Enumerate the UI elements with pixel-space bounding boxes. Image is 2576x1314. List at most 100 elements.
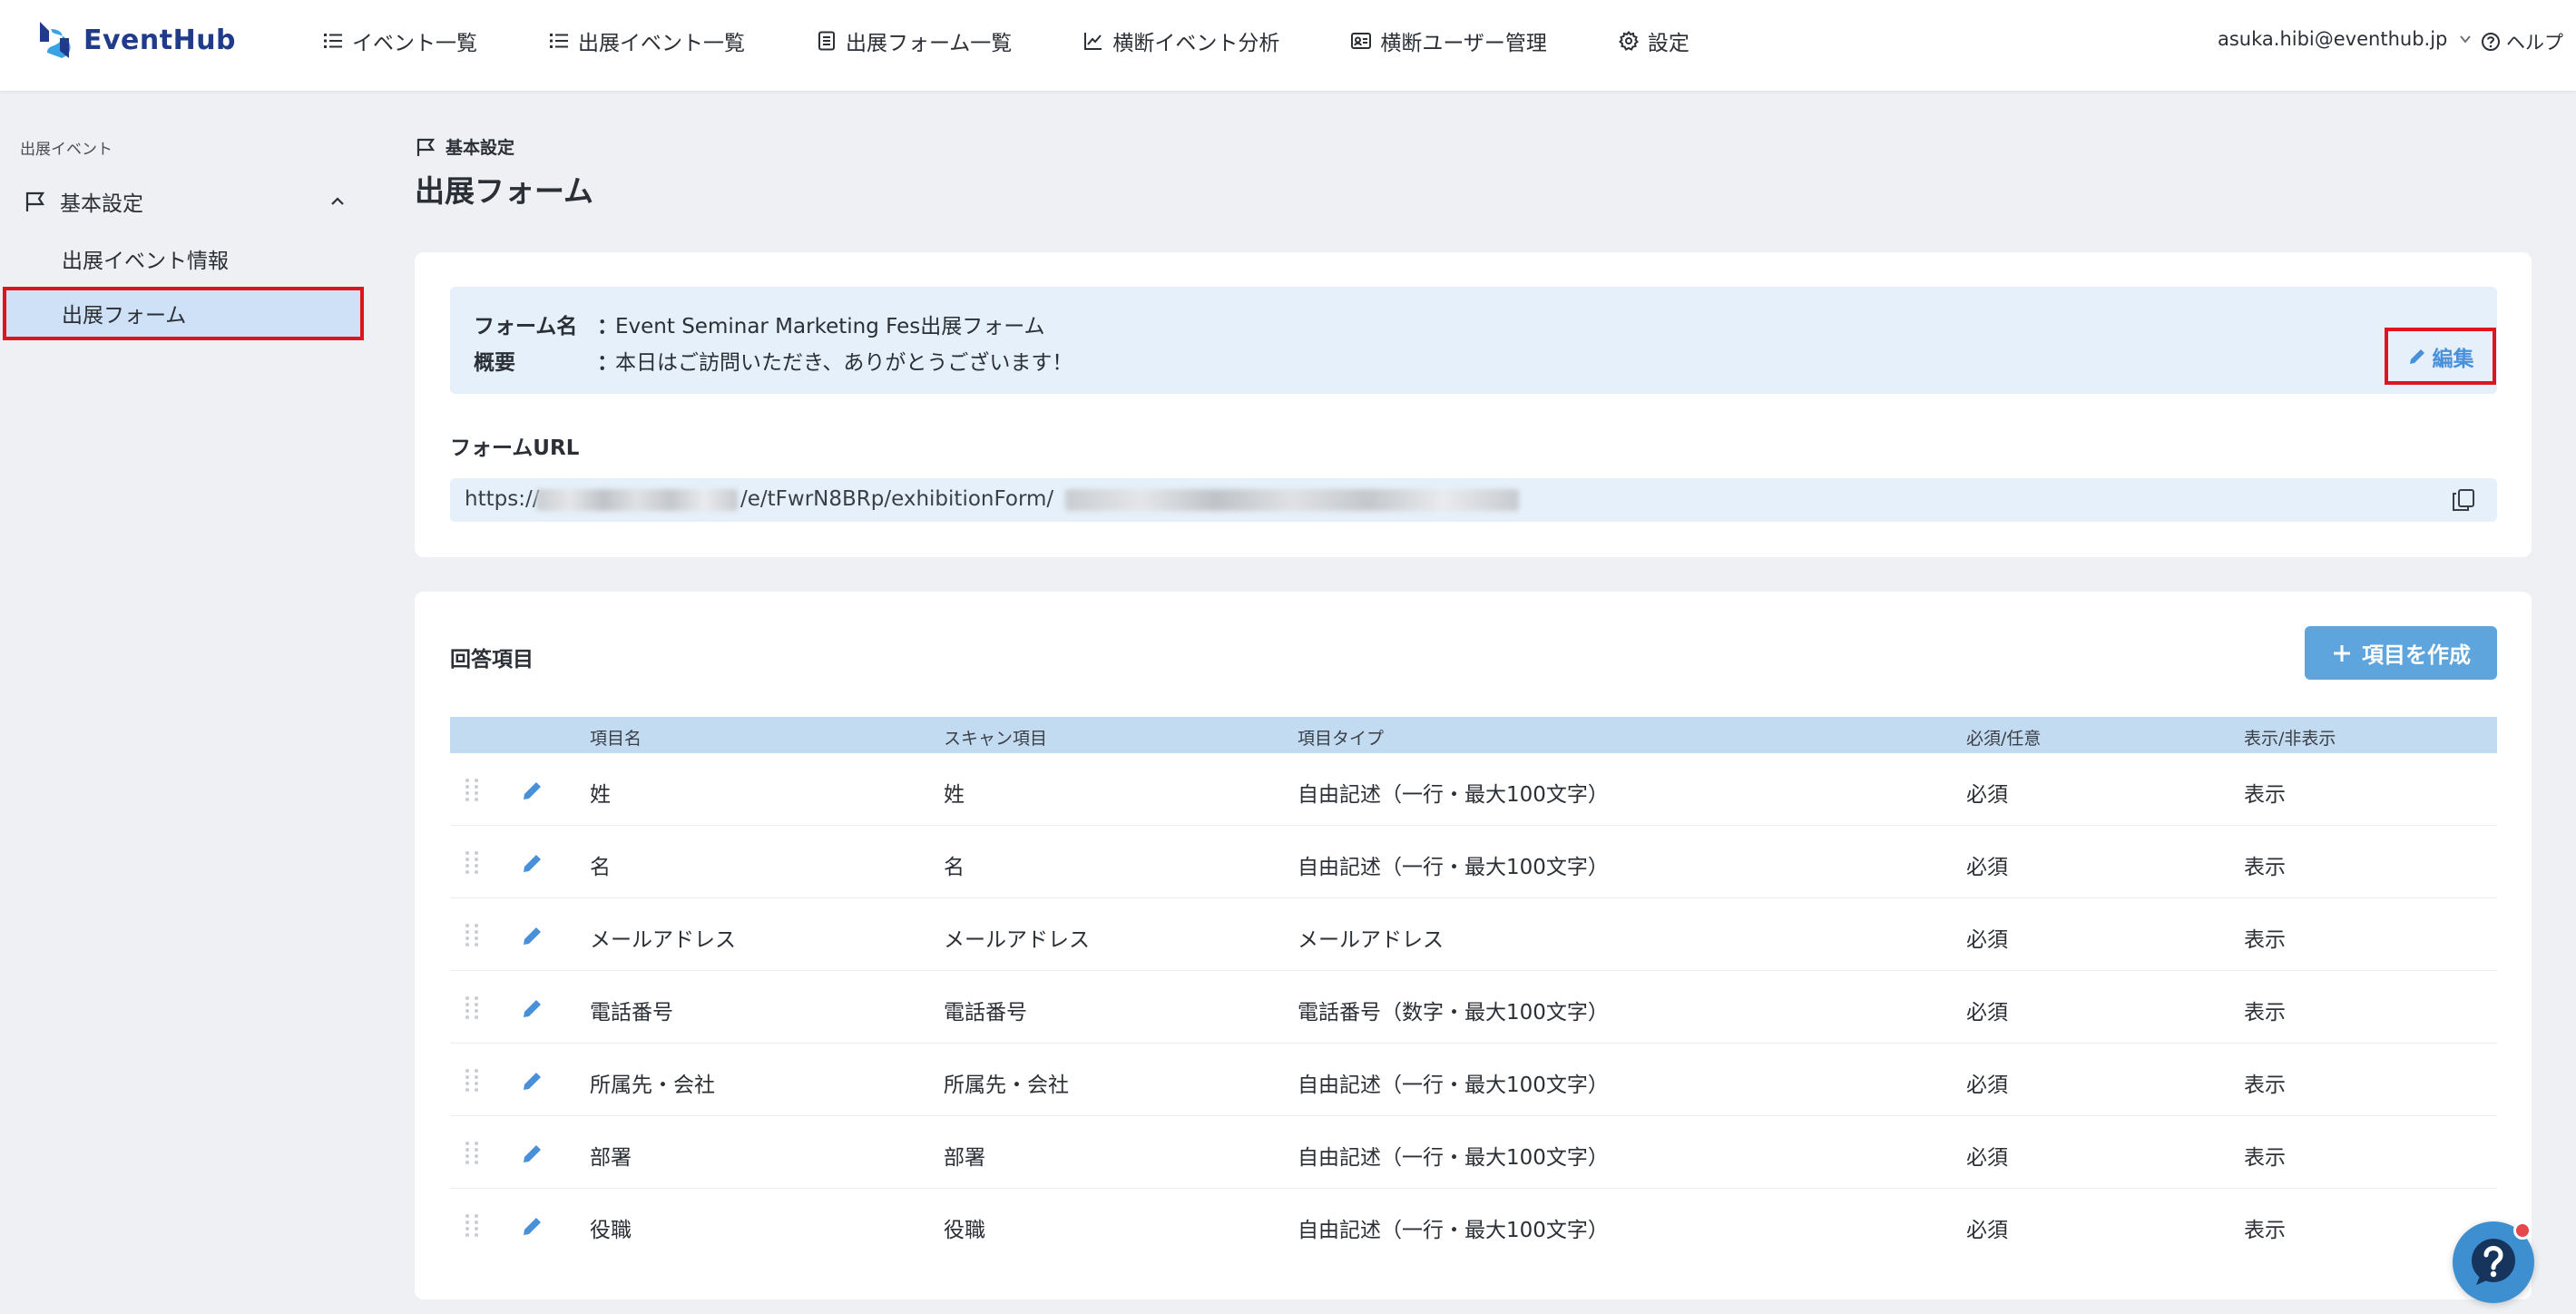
- edit-row-pencil-icon[interactable]: [521, 779, 544, 802]
- drag-handle-icon[interactable]: [463, 849, 481, 877]
- table-row: 役職 役職 自由記述（一行・最大100文字） 必須 表示: [450, 1189, 2497, 1261]
- sidebar-caption: 出展イベント: [20, 141, 113, 159]
- edit-row-pencil-icon[interactable]: [521, 1214, 544, 1238]
- table-row: メールアドレス メールアドレス メールアドレス 必須 表示: [450, 898, 2497, 971]
- cell-required: 必須: [1966, 1219, 2008, 1242]
- create-item-label: 項目を作成: [2362, 643, 2471, 668]
- cell-visibility: 表示: [2244, 1219, 2286, 1242]
- breadcrumb-label: 基本設定: [446, 138, 515, 158]
- user-menu[interactable]: asuka.hibi@eventhub.jp: [2218, 28, 2473, 50]
- table-row: 部署 部署 自由記述（一行・最大100文字） 必須 表示: [450, 1116, 2497, 1189]
- cell-item-name: 所属先・会社: [590, 1074, 715, 1097]
- form-name-value: Event Seminar Marketing Fes出展フォーム: [615, 315, 1045, 338]
- drag-handle-icon[interactable]: [463, 995, 481, 1022]
- cell-scan-item: 姓: [944, 783, 965, 807]
- list-icon: [324, 34, 342, 48]
- nav-exhibition-event-list[interactable]: 出展イベント一覧: [549, 25, 745, 56]
- table-header: 項目名 スキャン項目 項目タイプ 必須/任意 表示/非表示: [450, 717, 2497, 753]
- copy-icon[interactable]: [2451, 487, 2476, 513]
- eventhub-logo-icon: [40, 22, 71, 58]
- form-url-path: /e/tFwrN8BRp/exhibitionForm/: [740, 487, 1054, 511]
- edit-row-pencil-icon[interactable]: [521, 851, 544, 875]
- edit-row-pencil-icon[interactable]: [521, 996, 544, 1020]
- help-link[interactable]: ヘルプ: [2481, 28, 2563, 55]
- drag-handle-icon[interactable]: [463, 1212, 481, 1240]
- sidebar-group-basic-settings[interactable]: 基本設定: [24, 185, 350, 218]
- cell-visibility: 表示: [2244, 856, 2286, 879]
- column-header-scan-item: スキャン項目: [944, 729, 1048, 749]
- cell-required: 必須: [1966, 928, 2008, 952]
- table-row: 所属先・会社 所属先・会社 自由記述（一行・最大100文字） 必須 表示: [450, 1044, 2497, 1116]
- cell-item-type: 電話番号（数字・最大100文字）: [1298, 1001, 1609, 1025]
- gear-icon: [1618, 31, 1639, 51]
- column-header-visibility: 表示/非表示: [2244, 729, 2336, 749]
- edit-row-pencil-icon[interactable]: [521, 1142, 544, 1165]
- nav-label: 出展フォーム一覧: [846, 32, 1013, 55]
- drag-handle-icon[interactable]: [463, 1140, 481, 1167]
- answer-items-title: 回答項目: [450, 648, 534, 672]
- cell-item-name: 名: [590, 856, 611, 879]
- cell-scan-item: 部署: [944, 1146, 985, 1170]
- id-card-icon: [1351, 33, 1372, 49]
- eventhub-logo[interactable]: EventHub: [34, 18, 236, 62]
- sidebar-group-label: 基本設定: [60, 192, 143, 216]
- drag-handle-icon[interactable]: [463, 777, 481, 804]
- cell-required: 必須: [1966, 783, 2008, 807]
- cell-visibility: 表示: [2244, 928, 2286, 952]
- cell-visibility: 表示: [2244, 783, 2286, 807]
- cell-item-name: メールアドレス: [590, 928, 736, 952]
- cell-item-name: 姓: [590, 783, 611, 807]
- column-header-required: 必須/任意: [1966, 729, 2042, 749]
- edit-row-pencil-icon[interactable]: [521, 924, 544, 947]
- breadcrumb: 基本設定: [415, 134, 514, 159]
- form-icon: [818, 31, 835, 51]
- cell-item-type: 自由記述（一行・最大100文字）: [1298, 1074, 1609, 1097]
- sidebar-item-exhibition-event-info[interactable]: 出展イベント情報: [62, 243, 229, 274]
- edit-label: 編集: [2432, 347, 2474, 371]
- edit-row-pencil-icon[interactable]: [521, 1069, 544, 1093]
- form-info-box: フォーム名 ： Event Seminar Marketing Fes出展フォー…: [450, 287, 2497, 394]
- drag-handle-icon[interactable]: [463, 922, 481, 949]
- nav-cross-event-analysis[interactable]: 横断イベント分析: [1083, 25, 1279, 56]
- create-item-button[interactable]: 項目を作成: [2305, 626, 2497, 680]
- nav-settings[interactable]: 設定: [1618, 25, 1690, 56]
- nav-label: 横断ユーザー管理: [1380, 32, 1547, 55]
- cell-required: 必須: [1966, 1074, 2008, 1097]
- sidebar-item-exhibition-form[interactable]: 出展フォーム: [62, 298, 186, 328]
- main-nav: イベント一覧 出展イベント一覧 出展フォーム一覧 横断イベント分析 横断ユーザー…: [323, 25, 1761, 56]
- chevron-down-icon: [2460, 35, 2472, 44]
- cell-item-type: 自由記述（一行・最大100文字）: [1298, 1146, 1609, 1170]
- flag-icon: [416, 138, 436, 156]
- cell-item-type: メールアドレス: [1298, 928, 1444, 952]
- cell-item-name: 部署: [590, 1146, 632, 1170]
- form-url-label: フォームURL: [450, 436, 580, 460]
- question-circle-icon: [2482, 33, 2500, 51]
- cell-visibility: 表示: [2244, 1146, 2286, 1170]
- cell-item-name: 電話番号: [590, 1001, 673, 1025]
- form-summary-value: 本日はご訪問いただき、ありがとうございます！: [615, 351, 1073, 375]
- user-email: asuka.hibi@eventhub.jp: [2218, 28, 2448, 50]
- cell-item-name: 役職: [590, 1219, 632, 1242]
- nav-exhibition-form-list[interactable]: 出展フォーム一覧: [817, 25, 1012, 56]
- plus-icon: [2334, 644, 2350, 662]
- nav-cross-user-management[interactable]: 横断ユーザー管理: [1351, 25, 1547, 56]
- edit-button[interactable]: 編集: [2385, 328, 2496, 385]
- nav-label: 設定: [1647, 32, 1690, 55]
- cell-scan-item: 役職: [944, 1219, 985, 1242]
- table-row: 電話番号 電話番号 電話番号（数字・最大100文字） 必須 表示: [450, 971, 2497, 1044]
- nav-event-list[interactable]: イベント一覧: [323, 25, 477, 56]
- cell-scan-item: 所属先・会社: [944, 1074, 1069, 1097]
- nav-label: 出展イベント一覧: [578, 32, 745, 55]
- column-header-item-type: 項目タイプ: [1298, 729, 1385, 749]
- chevron-up-icon: [331, 197, 344, 205]
- top-navigation-bar: EventHub イベント一覧 出展イベント一覧 出展フォーム一覧 横断イベント…: [0, 0, 2576, 91]
- form-summary-label: 概要: [474, 351, 515, 375]
- cell-item-type: 自由記述（一行・最大100文字）: [1298, 856, 1609, 879]
- cell-scan-item: メールアドレス: [944, 928, 1090, 952]
- drag-handle-icon[interactable]: [463, 1067, 481, 1094]
- cell-visibility: 表示: [2244, 1001, 2286, 1025]
- url-redacted-token: [1065, 489, 1519, 511]
- form-url-field[interactable]: https:// /e/tFwrN8BRp/exhibitionForm/: [450, 478, 2497, 522]
- cell-required: 必須: [1966, 1146, 2008, 1170]
- cell-required: 必須: [1966, 1001, 2008, 1025]
